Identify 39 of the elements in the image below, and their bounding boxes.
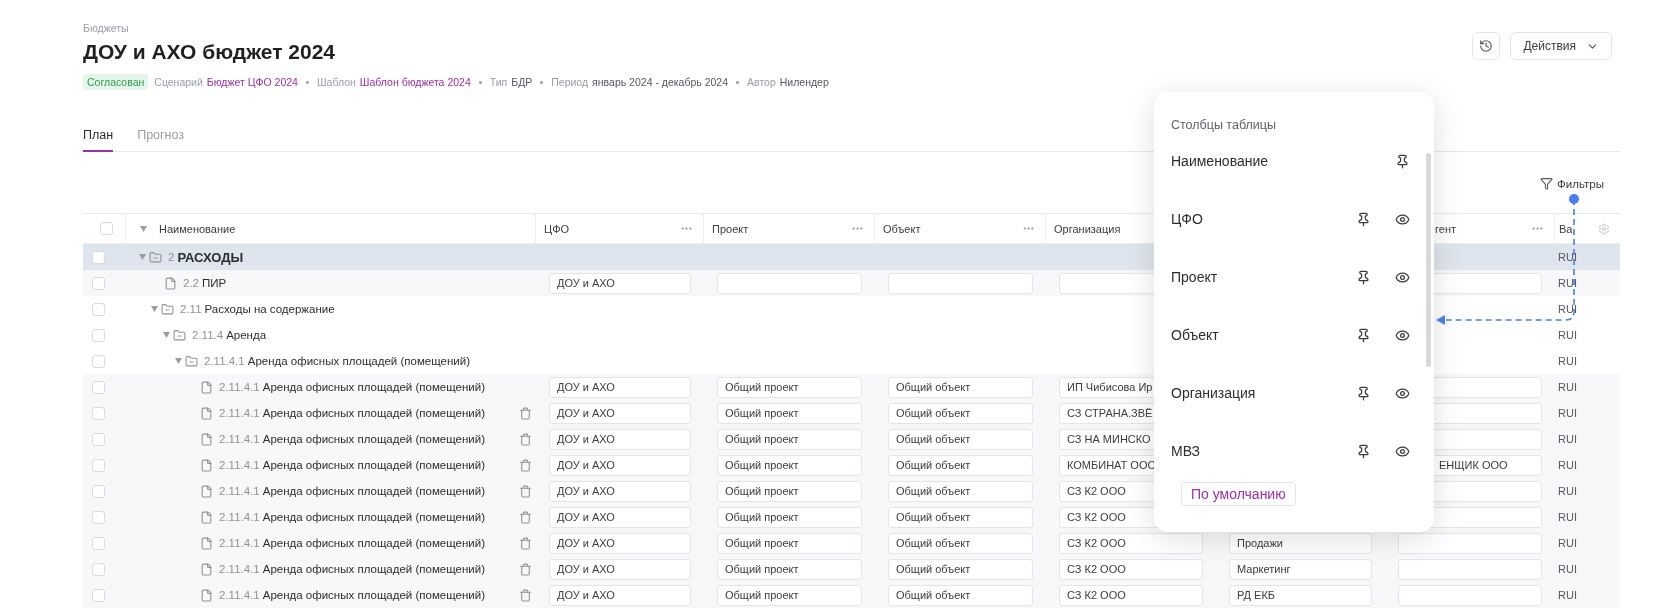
row-number: 2.11.4.1 — [219, 485, 260, 497]
currency-text: RUI — [1557, 563, 1578, 575]
currency-text: RUI — [1557, 303, 1578, 315]
meta-value: Нилендер — [779, 76, 829, 88]
meta-label: Шаблон — [316, 76, 356, 88]
row-number: 2.11.4.1 — [219, 589, 260, 601]
row-number: 2.11.4.1 — [219, 459, 260, 471]
row-number: 2.11.4 — [192, 329, 224, 341]
currency-text: RUI — [1557, 433, 1578, 445]
row-number: 2.11.4.1 — [204, 355, 245, 367]
row-number: 2 — [168, 251, 175, 263]
currency-text: RUI — [1557, 277, 1578, 289]
row-number: 2.11.4.1 — [219, 563, 260, 575]
currency-text: RUI — [1557, 459, 1578, 471]
row-number: 2.11 — [180, 303, 202, 315]
popup-title: Столбцы таблицы — [1171, 118, 1277, 132]
currency-text: RUI — [1557, 511, 1578, 523]
currency-text: RUI — [1557, 381, 1578, 393]
meta-label: Автор — [747, 76, 776, 88]
row-number: 2.11.4.1 — [219, 511, 260, 523]
row-number: 2.11.4.1 — [219, 381, 260, 393]
currency-text: RUI — [1557, 485, 1578, 497]
meta-label: Сценарий — [154, 76, 203, 88]
currency-text: RUI — [1557, 589, 1578, 601]
row-number: 2.11.4.1 — [219, 537, 260, 549]
status-badge: Согласован — [83, 74, 149, 90]
meta-value: БДР — [511, 76, 533, 88]
currency-text: RUI — [1557, 407, 1578, 419]
page-title: ДОУ и АХО бюджет 2024 — [83, 40, 337, 64]
currency-text: RUI — [1557, 251, 1578, 263]
meta-value: январь 2024 - декабрь 2024 — [592, 76, 729, 88]
row-number: 2.11.4.1 — [219, 433, 260, 445]
row-number: 2.11.4.1 — [219, 407, 260, 419]
meta-label: Период — [551, 76, 589, 88]
currency-text: RUI — [1557, 537, 1578, 549]
meta-label: Тип — [489, 76, 508, 88]
row-number: 2.2 — [183, 277, 199, 289]
currency-text: RUI — [1557, 329, 1578, 341]
currency-text: RUI — [1557, 355, 1578, 367]
